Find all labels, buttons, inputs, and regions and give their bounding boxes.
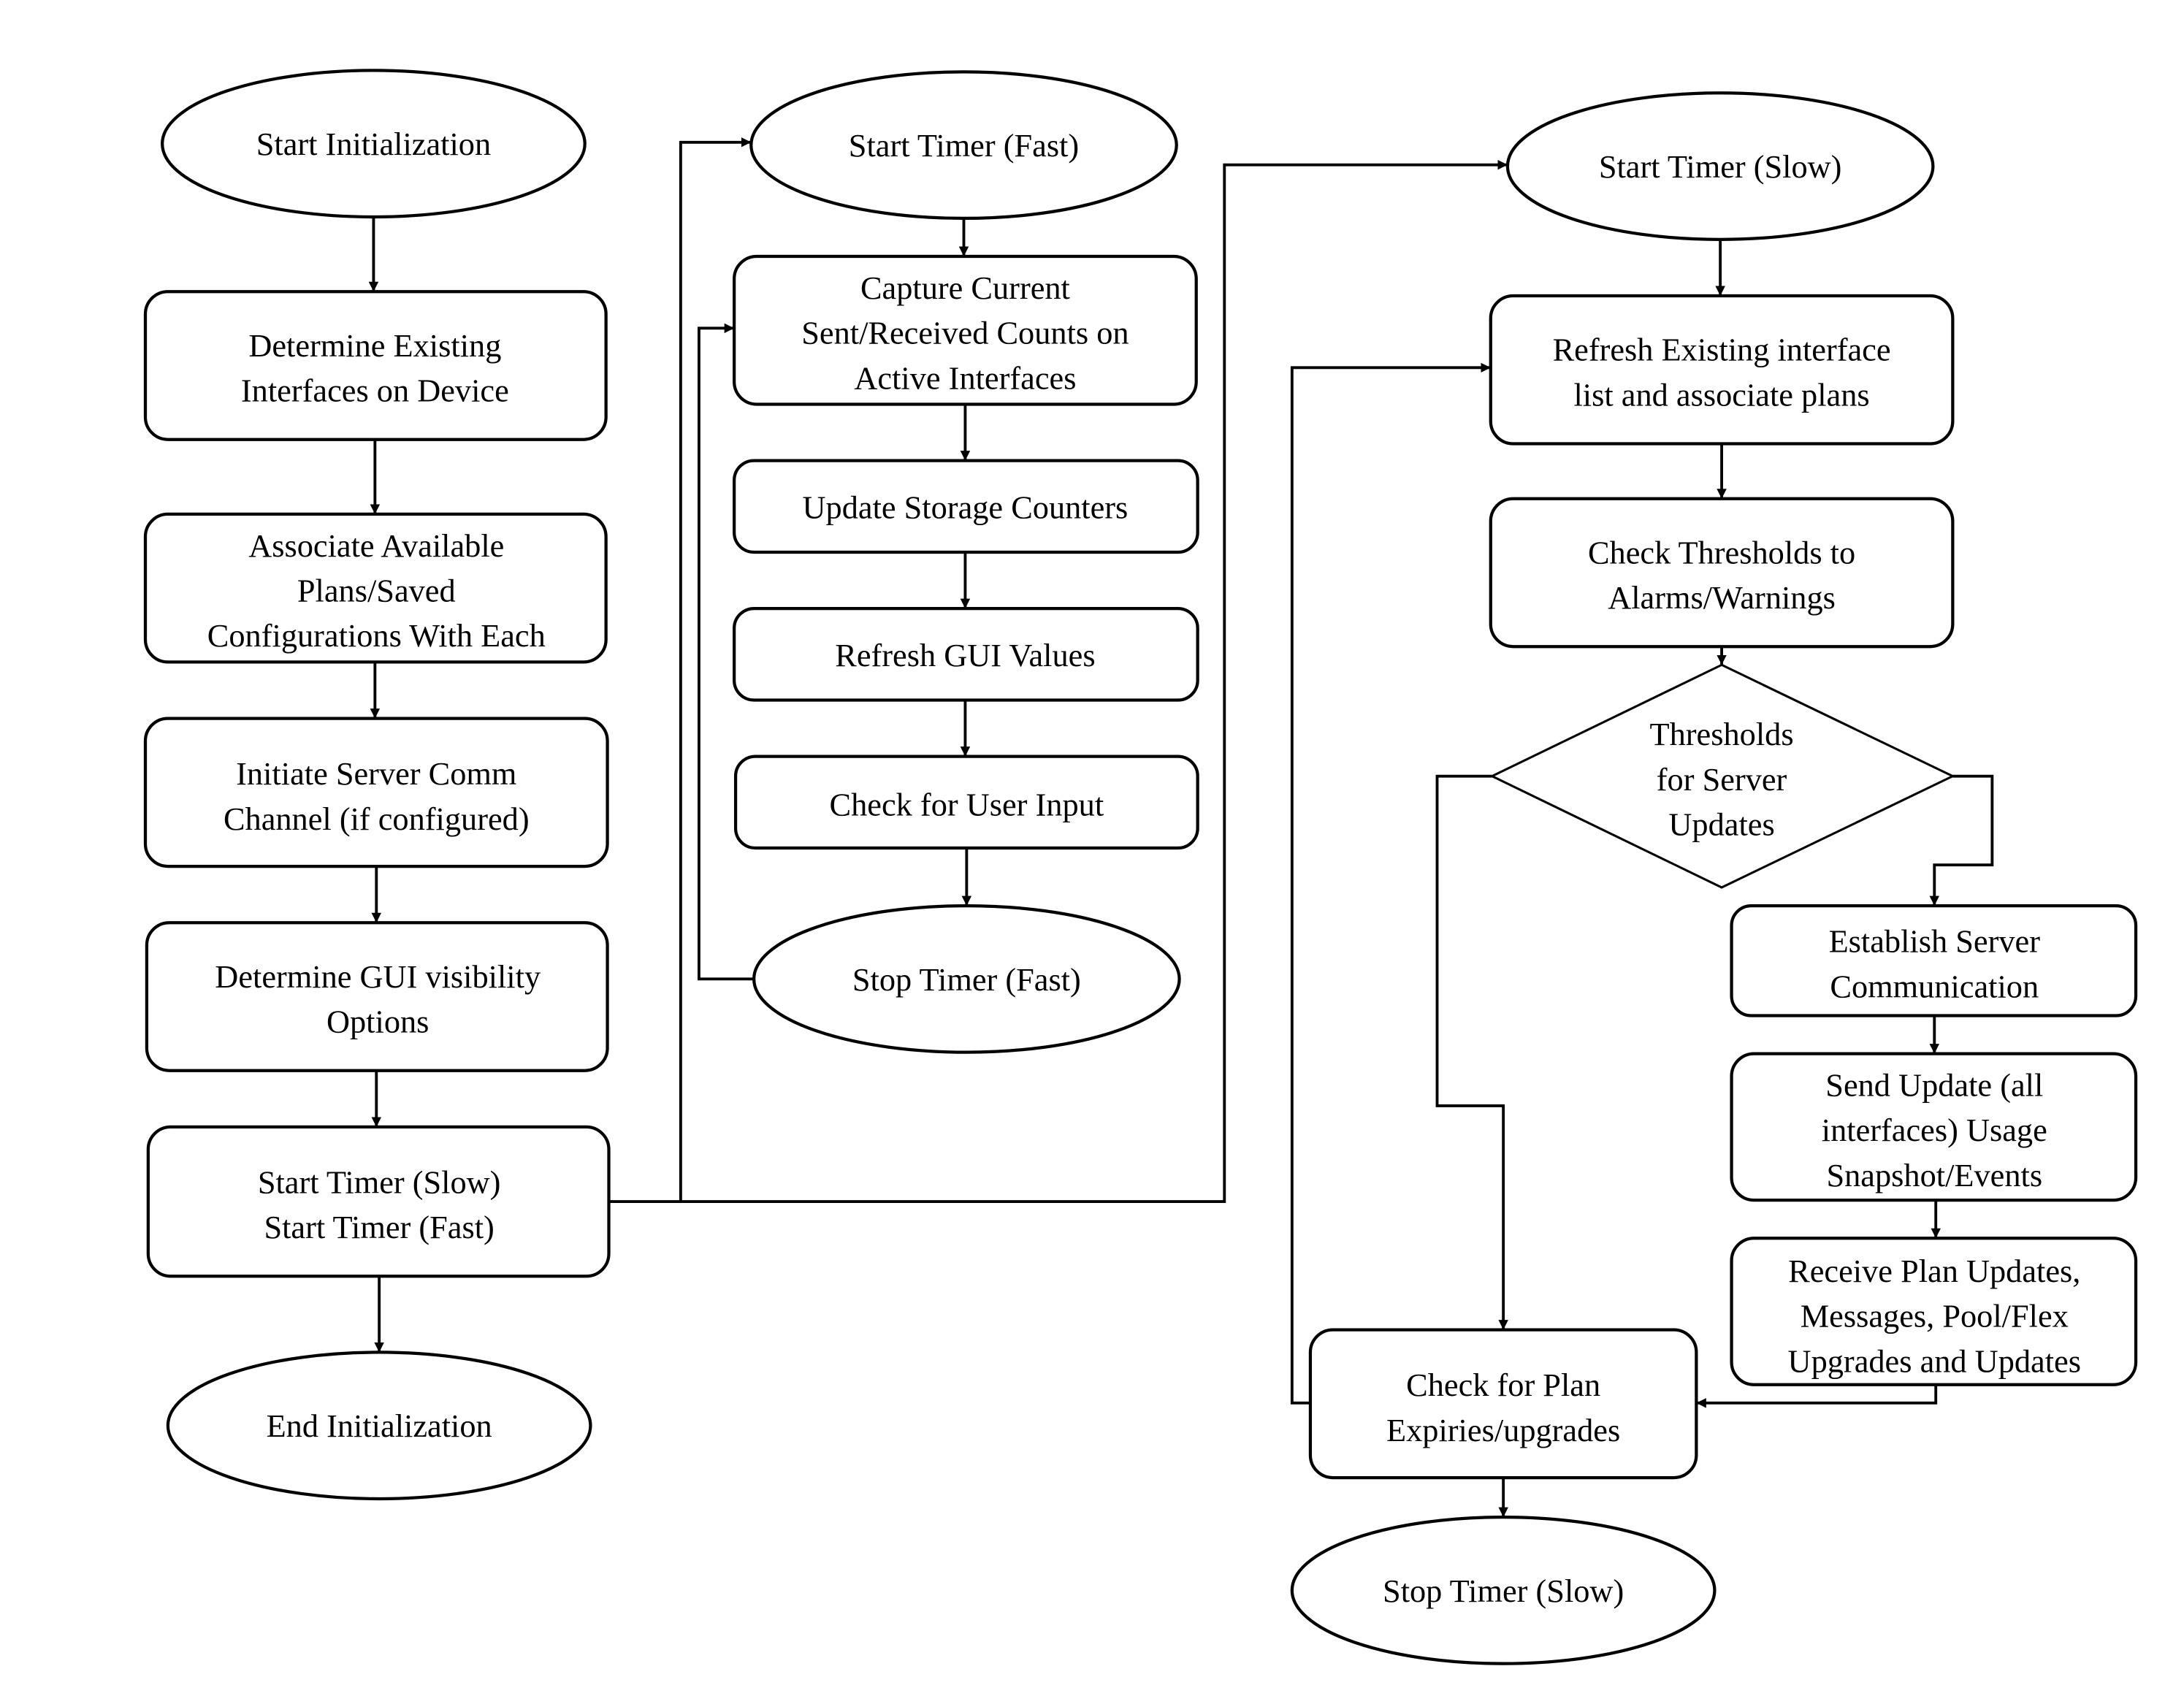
node-label: Update Storage Counters	[803, 489, 1129, 526]
node-label-line: Associate Available	[248, 527, 504, 564]
node-label-line: Configurations With Each	[207, 617, 546, 654]
stop-timer-fast-node: Stop Timer (Fast)	[752, 904, 1181, 1054]
node-label-line: for Server	[1657, 761, 1787, 798]
node-label-line: Active Interfaces	[854, 359, 1076, 396]
node-label: Start Initialization	[256, 126, 491, 162]
start-timers-node: Start Timer (Slow) Start Timer (Fast)	[146, 1125, 611, 1278]
node-label-line: Capture Current	[860, 270, 1071, 306]
node-label-line: Establish Server	[1829, 923, 2041, 960]
node-label-line: Plans/Saved	[297, 573, 456, 609]
check-plan-expiries-node: Check for Plan Expiries/upgrades	[1308, 1328, 1698, 1480]
node-label: Check for User Input	[830, 787, 1104, 823]
node-label-line: Interfaces on Device	[241, 373, 509, 409]
node-label: Refresh GUI Values	[835, 637, 1095, 673]
check-thresholds-node: Check Thresholds to Alarms/Warnings	[1489, 497, 1955, 649]
flowchart: Start Initialization Determine Existing …	[143, 69, 2138, 1665]
receive-plan-updates-node: Receive Plan Updates, Messages, Pool/Fle…	[1730, 1237, 2138, 1386]
node-label-line: Receive Plan Updates,	[1788, 1253, 2080, 1289]
establish-server-communication-node: Establish Server Communication	[1730, 904, 2138, 1017]
node-label-line: Start Timer (Fast)	[264, 1209, 494, 1245]
capture-counts-node: Capture Current Sent/Received Counts on …	[733, 254, 1198, 406]
node-label-line: list and associate plans	[1573, 376, 1869, 413]
node-label-line: Communication	[1830, 968, 2039, 1004]
node-label: Stop Timer (Fast)	[852, 961, 1081, 998]
node-label-line: Refresh Existing interface	[1553, 332, 1891, 368]
arrow-slow-loop-back	[1290, 362, 1491, 1405]
node-label-line: interfaces) Usage	[1822, 1112, 2047, 1148]
node-label-line: Determine GUI visibility	[215, 958, 541, 995]
node-label-line: Thresholds	[1650, 716, 1794, 752]
update-storage-counters-node: Update Storage Counters	[733, 459, 1199, 554]
stop-timer-slow-node: Stop Timer (Slow)	[1290, 1515, 1717, 1665]
arrow-receive-to-check-plan	[1696, 1384, 1938, 1408]
node-label-line: Updates	[1668, 806, 1774, 843]
start-timer-slow-node: Start Timer (Slow)	[1505, 91, 1935, 241]
start-initialization-node: Start Initialization	[161, 69, 587, 219]
initiate-server-comm-node: Initiate Server Comm Channel (if configu…	[143, 717, 609, 868]
determine-interfaces-node: Determine Existing Interfaces on Device	[143, 290, 608, 441]
start-timer-fast-node: Start Timer (Fast)	[749, 70, 1178, 221]
node-label-line: Messages, Pool/Flex	[1801, 1298, 2069, 1334]
node-label: Start Timer (Slow)	[1599, 148, 1842, 185]
node-label-line: Upgrades and Updates	[1788, 1342, 2081, 1379]
node-label-line: Determine Existing	[248, 327, 501, 364]
node-label: Start Timer (Fast)	[849, 127, 1079, 164]
arrow-decision-no	[1435, 774, 1508, 1330]
node-label-line: Options	[327, 1004, 429, 1040]
node-label-line: Snapshot/Events	[1826, 1157, 2042, 1193]
end-initialization-node: End Initialization	[166, 1351, 592, 1501]
node-label-line: Alarms/Warnings	[1608, 579, 1836, 616]
arrow-decision-yes	[1929, 774, 1994, 906]
refresh-gui-values-node: Refresh GUI Values	[733, 607, 1199, 702]
send-usage-update-node: Send Update (all interfaces) Usage Snaps…	[1730, 1052, 2138, 1202]
node-label-line: Initiate Server Comm	[236, 755, 516, 792]
associate-plans-node: Associate Available Plans/Saved Configur…	[143, 512, 608, 664]
node-label-line: Check Thresholds to	[1588, 534, 1855, 570]
server-update-decision-node: Thresholds for Server Updates	[1489, 663, 1955, 889]
node-label-line: Send Update (all	[1825, 1066, 2043, 1103]
node-label-line: Check for Plan	[1406, 1367, 1600, 1403]
check-user-input-node: Check for User Input	[733, 755, 1199, 850]
node-label: End Initialization	[267, 1407, 492, 1444]
node-label-line: Channel (if configured)	[224, 801, 530, 837]
determine-gui-visibility-node: Determine GUI visibility Options	[145, 921, 609, 1072]
node-label-line: Expiries/upgrades	[1386, 1412, 1620, 1448]
node-label-line: Sent/Received Counts on	[801, 315, 1129, 351]
node-label: Stop Timer (Slow)	[1383, 1573, 1624, 1609]
node-label-line: Start Timer (Slow)	[258, 1164, 501, 1200]
refresh-interface-list-node: Refresh Existing interface list and asso…	[1489, 294, 1955, 446]
